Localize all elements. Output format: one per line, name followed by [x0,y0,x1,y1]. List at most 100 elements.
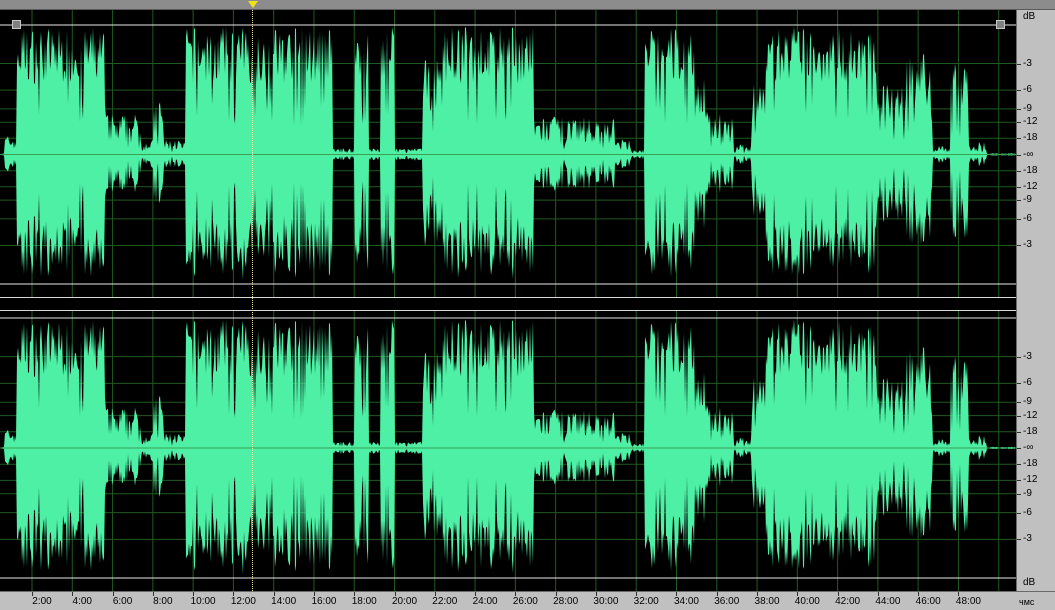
db-tick-label: -12 [1023,409,1038,421]
db-tick-mark [1017,170,1021,172]
time-tick-label: 34:00 [673,596,699,607]
db-tick-label: -12 [1023,180,1038,192]
time-tick-mark [313,592,315,596]
db-tick-label: -18 [1023,425,1038,437]
time-tick-label: 16:00 [311,596,337,607]
waveform-shape [0,26,1015,281]
time-tick-mark [797,592,799,596]
time-tick-mark [555,592,557,596]
waveform-right [0,311,1016,591]
time-tick-label: 10:00 [190,596,216,607]
db-tick-mark [1017,356,1021,358]
db-tick-label: -12 [1023,474,1038,486]
time-tick-mark [676,592,678,596]
time-tick-label: 26:00 [512,596,538,607]
channel-right-waveform[interactable] [0,311,1016,591]
range-start-handle-icon[interactable] [12,20,21,29]
db-tick-mark [1017,464,1021,466]
time-tick-label: 6:00 [112,596,133,607]
time-tick-mark [354,592,356,596]
time-tick-label: 46:00 [915,596,941,607]
waveform-left [0,10,1016,297]
playhead-marker-icon[interactable] [248,1,258,8]
time-tick-mark [716,592,718,596]
time-tick-mark [515,592,517,596]
time-tick-label: 8:00 [153,596,173,607]
db-tick-mark [1017,90,1021,92]
time-tick-label: 28:00 [553,596,579,607]
time-tick-mark [595,592,597,596]
time-tick-label: 2:00 [32,596,52,607]
db-tick-label: -12 [1023,116,1038,128]
db-tick-label: -3 [1023,350,1032,362]
time-ruler[interactable]: 2:00 4:00 6:00 8:00 10:00 12:00 14:00 16:00 18:0… [0,591,1055,610]
db-tick-label: -3 [1023,533,1032,545]
db-tick-mark [1017,415,1021,417]
time-tick-mark [152,592,154,596]
time-tick-mark [918,592,920,596]
db-tick-label: -9 [1023,102,1032,114]
db-tick-mark [1017,402,1021,404]
time-tick-mark [394,592,396,596]
time-tick-label: 4:00 [72,596,92,607]
playhead-cursor[interactable] [252,10,253,591]
db-tick-label: -9 [1023,396,1032,408]
time-tick-label: 44:00 [875,596,901,607]
time-tick-label: 30:00 [593,596,619,607]
db-tick-mark [1017,383,1021,385]
db-tick-label: -6 [1023,212,1032,224]
time-tick-label: 40:00 [794,596,820,607]
time-tick-mark [958,592,960,596]
db-tick-mark [1017,186,1021,188]
time-tick-mark [112,592,114,596]
time-tick-label: 12:00 [230,596,256,607]
time-tick-mark [193,592,195,596]
db-tick-mark [1017,539,1021,541]
db-tick-mark [1017,218,1021,220]
db-tick-mark [1017,245,1021,247]
time-tick-mark [32,592,33,596]
db-tick-label: -3 [1023,239,1032,251]
db-tick-mark [1017,200,1021,202]
db-unit-label-top: dB [1023,11,1036,22]
db-unit-label-bottom: dB [1023,577,1036,588]
time-tick-mark [757,592,759,596]
time-tick-mark [475,592,477,596]
time-unit-label: чмс [1019,597,1035,607]
time-tick-mark [636,592,638,596]
db-ruler: dB -3 -6 -9 -12 -18 -∞ -18 -12 -9 -6 -3 dB -3 -6 -9-… [1016,10,1055,591]
time-tick-label: 22:00 [432,596,458,607]
db-tick-mark [1017,480,1021,482]
db-tick-mark [1017,138,1021,140]
waveform-shape [0,319,1015,575]
channel-divider [0,297,1016,311]
time-tick-mark [837,592,839,596]
db-tick-label: -∞ [1023,442,1034,453]
db-tick-mark [1017,448,1021,449]
time-tick-label: 42:00 [835,596,861,607]
db-tick-label: -9 [1023,194,1032,206]
db-tick-label: -9 [1023,487,1032,499]
time-tick-label: 14:00 [271,596,297,607]
time-tick-label: 20:00 [392,596,418,607]
range-end-handle-icon[interactable] [996,20,1005,29]
time-tick-label: 36:00 [714,596,740,607]
time-tick-label: 38:00 [754,596,780,607]
time-tick-mark [273,592,275,596]
overview-bar[interactable] [0,0,1055,10]
db-tick-label: -6 [1023,377,1032,389]
db-tick-label: -∞ [1023,148,1034,160]
db-tick-mark [1017,431,1021,433]
db-tick-label: -18 [1023,164,1038,176]
db-tick-label: -18 [1023,132,1038,144]
db-tick-mark [1017,63,1021,65]
db-tick-label: -3 [1023,57,1032,69]
channel-left-waveform[interactable] [0,10,1016,297]
time-tick-label: 32:00 [633,596,659,607]
db-tick-label: -6 [1023,506,1032,518]
time-tick-mark [877,592,879,596]
db-tick-mark [1017,154,1021,156]
db-tick-mark [1017,108,1021,110]
time-tick-label: 24:00 [472,596,498,607]
time-tick-label: 48:00 [955,596,981,607]
